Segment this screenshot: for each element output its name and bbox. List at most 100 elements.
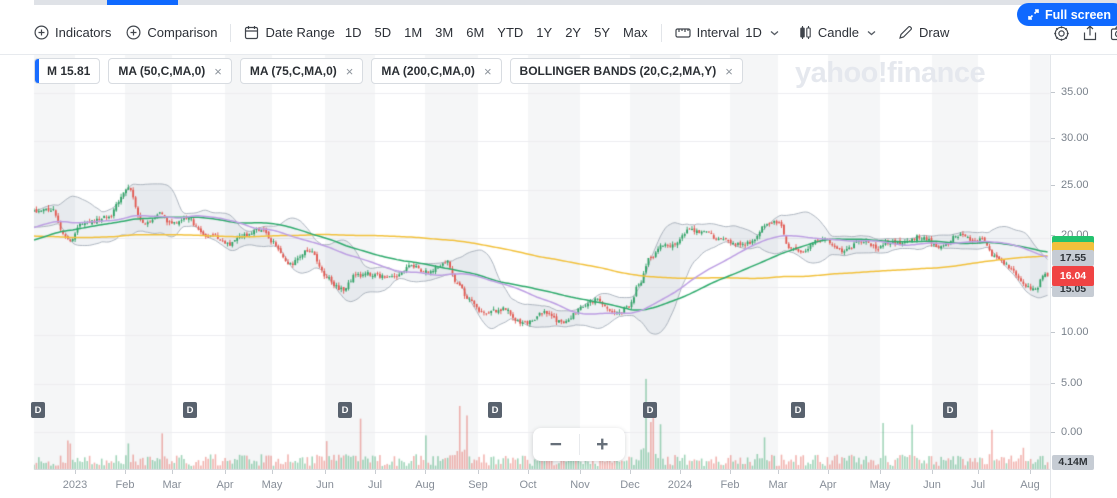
remove-indicator-icon[interactable]: × — [484, 64, 492, 79]
toolbar-divider — [230, 23, 232, 42]
camera-icon[interactable] — [1110, 25, 1117, 42]
chevron-down-icon — [867, 30, 876, 35]
interval-dropdown[interactable]: Interval 1D — [674, 25, 779, 40]
range-button-1d[interactable]: 1D — [345, 25, 362, 40]
x-axis-label: Oct — [519, 479, 537, 491]
x-axis-tick — [630, 470, 631, 474]
full-screen-label: Full screen — [1045, 7, 1111, 22]
x-axis-tick — [272, 470, 273, 474]
chevron-down-icon — [770, 30, 779, 35]
x-axis-label: May — [869, 479, 891, 491]
x-axis-tick — [325, 470, 326, 474]
x-axis-label: Sep — [468, 479, 488, 491]
x-axis-label: Aug — [1020, 479, 1040, 491]
x-axis-label: Jun — [316, 479, 334, 491]
y-axis-label: 5.00 — [1061, 377, 1083, 389]
chart-type-dropdown[interactable]: Candle — [799, 25, 876, 40]
settings-gear-icon[interactable] — [1053, 25, 1070, 42]
x-axis-label: Aug — [415, 479, 435, 491]
x-axis-tick — [375, 470, 376, 474]
y-axis-label: 10.00 — [1061, 326, 1089, 338]
indicator-tag-2[interactable]: MA (200,C,MA,0) × — [371, 58, 502, 84]
symbol-tag-label: M 15.81 — [47, 64, 91, 78]
dividend-marker[interactable]: D — [338, 402, 352, 418]
comparison-label: Comparison — [147, 25, 218, 40]
full-screen-button[interactable]: Full screen — [1017, 3, 1117, 26]
range-button-2y[interactable]: 2Y — [565, 25, 581, 40]
expand-icon — [1028, 9, 1039, 20]
x-axis-label: May — [261, 479, 283, 491]
time-axis[interactable]: 2023 Feb Mar Apr May Jun Jul Aug Sep Oct Nov Dec 202… — [0, 470, 1050, 498]
zoom-in-button[interactable]: + — [580, 428, 626, 461]
x-axis-label: Jun — [923, 479, 941, 491]
zoom-controls: − + — [533, 428, 625, 461]
interval-value: 1D — [745, 25, 762, 40]
remove-indicator-icon[interactable]: × — [346, 64, 354, 79]
remove-indicator-icon[interactable]: × — [725, 64, 733, 79]
date-range-label-group: Date Range — [244, 25, 335, 40]
indicator-tag-1[interactable]: MA (75,C,MA,0) × — [239, 58, 364, 84]
x-axis-tick — [978, 470, 979, 474]
comparison-button[interactable]: Comparison — [126, 25, 217, 40]
x-axis-label: 2024 — [667, 479, 693, 491]
x-axis-label: Feb — [720, 479, 740, 491]
dividend-marker[interactable]: D — [943, 402, 957, 418]
x-axis-label: Dec — [620, 479, 640, 491]
range-button-5y[interactable]: 5Y — [594, 25, 610, 40]
x-axis-tick — [75, 470, 76, 474]
y-axis-label: 30.00 — [1061, 132, 1089, 144]
dividend-marker[interactable]: D — [31, 402, 45, 418]
range-button-ytd[interactable]: YTD — [497, 25, 523, 40]
calendar-icon — [245, 26, 259, 40]
x-axis-tick — [172, 470, 173, 474]
indicators-label: Indicators — [55, 25, 112, 40]
range-button-1y[interactable]: 1Y — [536, 25, 552, 40]
indicator-tag-label: MA (200,C,MA,0) — [381, 64, 475, 78]
x-axis-label: Jul — [970, 479, 986, 491]
indicator-tag-label: BOLLINGER BANDS (20,C,2,MA,Y) — [519, 64, 717, 78]
y-axis-label: 25.00 — [1061, 179, 1089, 191]
range-button-3m[interactable]: 3M — [435, 25, 453, 40]
draw-button[interactable]: Draw — [898, 25, 949, 40]
range-button-1m[interactable]: 1M — [404, 25, 422, 40]
x-axis-label: Mar — [768, 479, 788, 491]
dividend-marker[interactable]: D — [643, 402, 657, 418]
legend-tags: M 15.81 MA (50,C,MA,0) × MA (75,C,MA,0) × MA… — [34, 58, 743, 84]
remove-indicator-icon[interactable]: × — [214, 64, 222, 79]
last-price-label: 16.04 — [1052, 266, 1094, 286]
range-buttons: 1D 5D 1M 3M 6M YTD 1Y 2Y 5Y Max — [345, 25, 648, 40]
share-icon[interactable] — [1082, 24, 1098, 42]
indicator-tag-label: MA (75,C,MA,0) — [249, 64, 337, 78]
symbol-price-tag[interactable]: M 15.81 — [34, 58, 101, 84]
toolbar-divider — [660, 23, 662, 42]
x-axis-tick — [225, 470, 226, 474]
indicator-tag-0[interactable]: MA (50,C,MA,0) × — [108, 58, 232, 84]
x-axis-label: Mar — [162, 479, 182, 491]
indicator-tag-label: MA (50,C,MA,0) — [118, 64, 206, 78]
indicators-button[interactable]: Indicators — [34, 25, 111, 40]
interval-ruler-icon — [674, 27, 691, 38]
x-axis-label: Nov — [570, 479, 590, 491]
chart-area[interactable]: yahoo!finance M 15.81 MA (50,C,MA,0) × MA … — [0, 55, 1117, 498]
x-axis-tick — [528, 470, 529, 474]
range-button-6m[interactable]: 6M — [466, 25, 484, 40]
y-axis-label: 35.00 — [1061, 86, 1089, 98]
tab-bar-strip — [34, 0, 1117, 5]
dividend-marker[interactable]: D — [183, 402, 197, 418]
y-axis-tick — [1051, 92, 1055, 93]
price-axis[interactable]: 35.0030.0025.0020.0015.0010.005.000.0017… — [1050, 55, 1117, 498]
dividend-marker[interactable]: D — [488, 402, 502, 418]
range-button-max[interactable]: Max — [623, 25, 648, 40]
x-axis-label: Apr — [216, 479, 234, 491]
y-axis-tick — [1051, 432, 1055, 433]
indicator-tag-3[interactable]: BOLLINGER BANDS (20,C,2,MA,Y) × — [509, 58, 743, 84]
y-axis-tick — [1051, 332, 1055, 333]
candle-icon — [800, 26, 811, 39]
y-axis-tick — [1051, 383, 1055, 384]
range-button-5d[interactable]: 5D — [374, 25, 391, 40]
y-axis-tick — [1051, 185, 1055, 186]
dividend-marker[interactable]: D — [791, 402, 805, 418]
draw-label: Draw — [919, 25, 950, 40]
zoom-out-button[interactable]: − — [533, 428, 579, 461]
x-axis-label: Feb — [115, 479, 135, 491]
